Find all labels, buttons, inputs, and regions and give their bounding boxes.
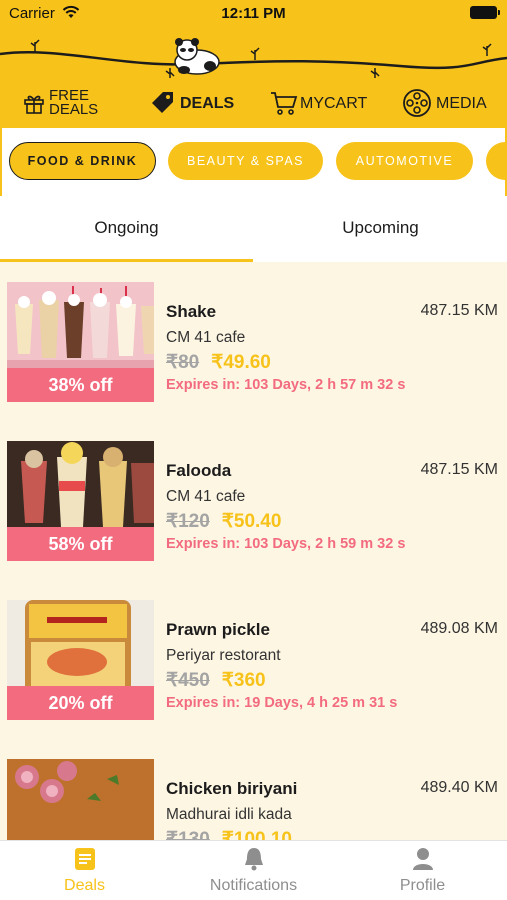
deal-vendor: CM 41 cafe (166, 488, 246, 505)
tabbar-notifications-label: Notifications (209, 877, 298, 894)
chip-next-partial[interactable] (486, 142, 505, 180)
deal-prices: ₹120 ₹50.40 (166, 510, 281, 533)
deal-image (7, 759, 154, 840)
top-nav: FREE DEALS DEALS MYCART MEDIA (0, 84, 507, 122)
deal-card[interactable]: Chicken biriyani 489.40 KM Madhurai idli… (0, 759, 507, 840)
old-price: ₹120 (166, 511, 210, 532)
status-time: 12:11 PM (221, 5, 286, 22)
category-chips: FOOD & DRINK BEAUTY & SPAS AUTOMOTIVE (0, 128, 507, 196)
deal-tabs: Ongoing Upcoming (0, 196, 507, 260)
nav-deals[interactable]: DEALS (150, 84, 234, 122)
discount-badge: 58% off (7, 527, 154, 561)
deal-list[interactable]: 38% off Shake 487.15 KM CM 41 cafe ₹80 ₹4… (0, 262, 507, 840)
tab-upcoming[interactable]: Upcoming (254, 196, 507, 260)
bell-icon (244, 848, 263, 871)
gift-icon (24, 95, 44, 114)
nav-deals-label: DEALS (180, 94, 235, 112)
deal-card[interactable]: 20% off Prawn pickle 489.08 KM Periyar r… (0, 600, 507, 740)
deal-expiry: Expires in: 103 Days, 2 h 59 m 32 s (166, 536, 406, 552)
nav-mycart-label: MYCART (300, 94, 368, 112)
battery-icon (470, 6, 500, 19)
deal-name: Shake (166, 302, 217, 321)
discount-badge: 38% off (7, 368, 154, 402)
old-price: ₹80 (166, 352, 200, 373)
deal-image: 38% off (7, 282, 154, 402)
bottom-tab-bar: Deals Notifications Profile (0, 840, 507, 900)
new-price: ₹100.10 (221, 829, 292, 840)
tabbar-deals[interactable]: Deals (0, 841, 169, 900)
chip-beauty-spas[interactable]: BEAUTY & SPAS (168, 142, 323, 180)
new-price: ₹49.60 (211, 352, 271, 373)
deal-name: Prawn pickle (166, 620, 270, 639)
person-icon (412, 848, 433, 870)
nav-media[interactable]: MEDIA (402, 84, 487, 122)
nav-mycart[interactable]: MYCART (270, 84, 367, 122)
app-header: Carrier 12:11 PM FREE DEALS DEALS MYCART… (0, 0, 507, 128)
tab-ongoing[interactable]: Ongoing (0, 196, 253, 260)
deal-image: 20% off (7, 600, 154, 720)
deal-name: Falooda (166, 461, 232, 480)
deal-prices: ₹130 ₹100.10 (166, 828, 292, 840)
nav-free-deals-line2: DEALS (49, 101, 99, 118)
deal-prices: ₹80 ₹49.60 (166, 351, 271, 374)
deal-image: 58% off (7, 441, 154, 561)
old-price: ₹450 (166, 670, 210, 691)
deal-vendor: Madhurai idli kada (166, 806, 292, 823)
tabbar-profile[interactable]: Profile (338, 841, 507, 900)
deal-distance: 489.40 KM (420, 779, 498, 796)
deal-prices: ₹450 ₹360 (166, 669, 266, 692)
tabbar-profile-label: Profile (399, 877, 446, 894)
deal-vendor: CM 41 cafe (166, 329, 246, 346)
old-price: ₹130 (166, 829, 210, 840)
deal-card[interactable]: 38% off Shake 487.15 KM CM 41 cafe ₹80 ₹4… (0, 282, 507, 422)
discount-badge: 20% off (7, 686, 154, 720)
tabbar-notifications[interactable]: Notifications (169, 841, 338, 900)
new-price: ₹360 (221, 670, 266, 691)
deal-distance: 487.15 KM (420, 302, 498, 319)
chip-automotive[interactable]: AUTOMOTIVE (336, 142, 473, 180)
cart-icon (271, 92, 298, 115)
biriyani-photo (7, 759, 154, 840)
deal-name: Chicken biriyani (166, 779, 298, 798)
nav-media-label: MEDIA (436, 94, 487, 112)
deal-vendor: Periyar restorant (166, 647, 281, 664)
deal-distance: 487.15 KM (420, 461, 498, 478)
new-price: ₹50.40 (221, 511, 282, 532)
document-icon (74, 848, 95, 870)
deal-card[interactable]: 58% off Falooda 487.15 KM CM 41 cafe ₹12… (0, 441, 507, 581)
header-decoration (0, 38, 507, 78)
nav-free-deals[interactable]: FREE DEALS (22, 84, 105, 122)
tabbar-deals-label: Deals (64, 877, 105, 894)
deal-distance: 489.08 KM (420, 620, 498, 637)
panda-mascot (174, 38, 220, 75)
film-reel-icon (403, 89, 431, 117)
tag-icon (152, 92, 173, 113)
nav-free-deals-label: FREE DEALS (49, 88, 105, 118)
status-bar: Carrier 12:11 PM (0, 0, 507, 28)
deal-expiry: Expires in: 19 Days, 4 h 25 m 31 s (166, 695, 398, 711)
chip-food-drink[interactable]: FOOD & DRINK (9, 142, 156, 180)
deal-expiry: Expires in: 103 Days, 2 h 57 m 32 s (166, 377, 406, 393)
